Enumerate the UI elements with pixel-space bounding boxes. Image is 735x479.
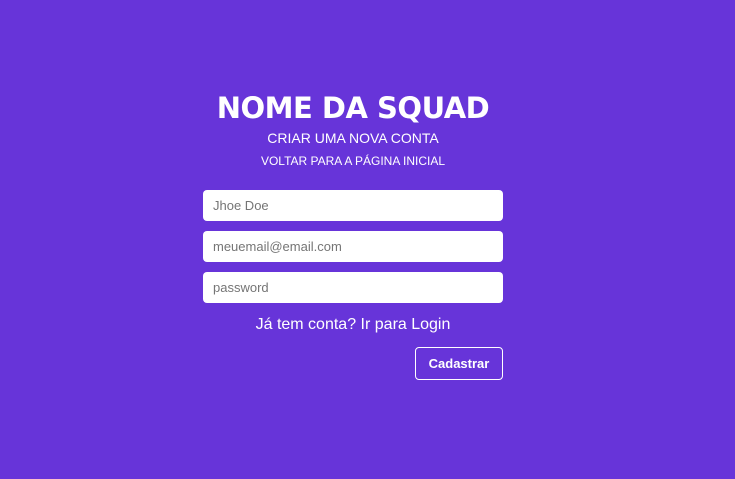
back-to-home-link[interactable]: VOLTAR PARA A PÁGINA INICIAL xyxy=(203,153,503,169)
form-actions: Cadastrar xyxy=(203,347,503,380)
page-subtitle: CRIAR UMA NOVA CONTA xyxy=(267,130,439,146)
page-title: NOME DA SQUAD xyxy=(216,91,490,125)
email-input[interactable] xyxy=(203,231,503,262)
signup-form: Já tem conta? Ir para Login Cadastrar xyxy=(203,190,503,380)
page: { "header": { "title": "NOME DA SQUAD", … xyxy=(0,0,735,479)
register-button[interactable]: Cadastrar xyxy=(415,347,503,380)
signup-panel: NOME DA SQUAD CRIAR UMA NOVA CONTA VOLTA… xyxy=(203,90,503,380)
login-prompt-text: Já tem conta? xyxy=(255,316,357,333)
name-input[interactable] xyxy=(203,190,503,221)
go-to-login-link[interactable]: Ir para Login xyxy=(361,316,451,333)
password-input[interactable] xyxy=(203,272,503,303)
login-prompt-line: Já tem conta? Ir para Login xyxy=(203,315,503,335)
